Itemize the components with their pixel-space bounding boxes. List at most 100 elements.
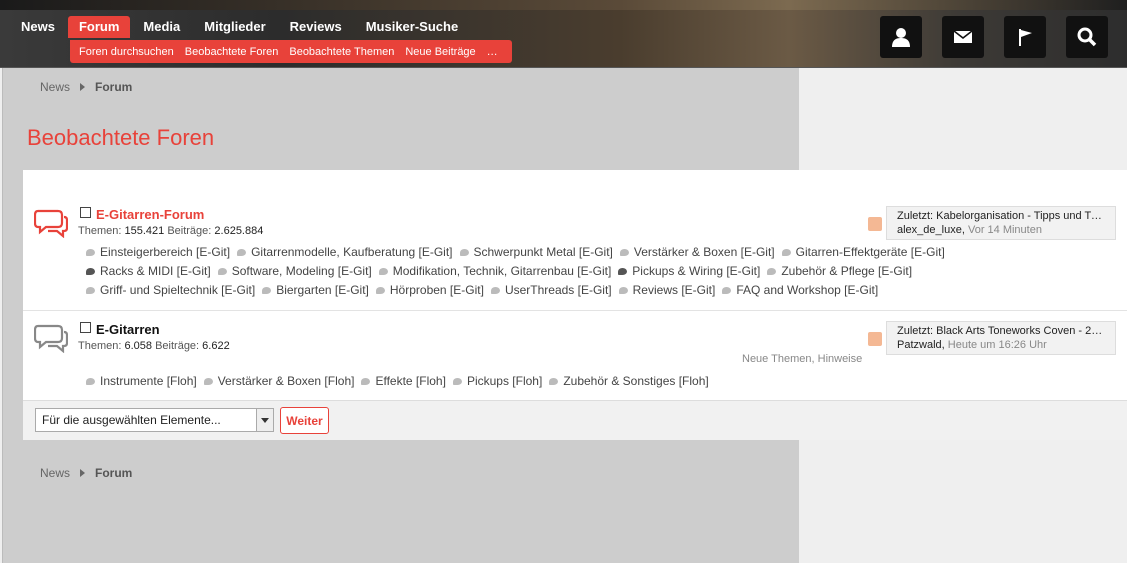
subforum-link[interactable]: Schwerpunkt Metal [E-Git] [459,245,613,259]
search-icon [1077,27,1097,47]
nav-news[interactable]: News [10,16,66,38]
forum-select-checkbox[interactable] [80,207,91,218]
speech-bubble-icon [452,377,462,385]
subforum-link[interactable]: Hörproben [E-Git] [375,283,484,297]
main-nav: News Forum Media Mitglieder Reviews Musi… [10,16,471,38]
header-banner-image [0,0,1127,10]
forum-prefix-meta[interactable]: Neue Themen, Hinweise [742,353,862,365]
nav-mitglieder[interactable]: Mitglieder [193,16,276,38]
last-post-user[interactable]: alex_de_luxe [897,224,962,236]
forum-title[interactable]: E-Gitarren [96,322,160,337]
speech-bubble-icon [203,377,213,385]
subforum-link[interactable]: Effekte [Floh] [361,374,446,388]
forum-unread-bubble-icon [34,209,68,238]
breadcrumb-arrow-icon [80,83,86,91]
subnav-neue-beitraege[interactable]: Neue Beiträge [405,46,475,58]
subnav-more[interactable]: … [487,46,498,58]
subforum-link[interactable]: FAQ and Workshop [E-Git] [722,283,878,297]
speech-bubble-icon [619,248,629,256]
breadcrumb-home[interactable]: News [40,466,70,480]
subforum-link[interactable]: Reviews [E-Git] [618,283,715,297]
subforum-link[interactable]: Gitarren-Effektgeräte [E-Git] [781,245,945,259]
subforum-row: Racks & MIDI [E-Git] Software, Modeling … [86,264,919,278]
nav-forum[interactable]: Forum [67,16,131,38]
last-post-title[interactable]: Zuletzt: Black Arts Toneworks Coven - 20… [897,325,1105,337]
speech-bubble-icon [618,286,628,294]
last-post-title[interactable]: Zuletzt: Kabelorganisation - Tipps und T… [897,210,1105,222]
speech-bubble-icon [86,267,95,275]
header-bar: News Forum Media Mitglieder Reviews Musi… [0,0,1127,68]
subforum-link[interactable]: Biergarten [E-Git] [262,283,369,297]
breadcrumb-current[interactable]: Forum [95,80,132,94]
divider [23,310,1127,311]
speech-bubble-icon [262,286,272,294]
last-post-time: Heute um 16:26 Uhr [947,339,1047,351]
inbox-button[interactable] [942,16,984,58]
subforum-link[interactable]: Pickups [Floh] [452,374,542,388]
subnav-foren-durchsuchen[interactable]: Foren durchsuchen [79,46,174,58]
subforum-link[interactable]: Griff- und Spieltechnik [E-Git] [86,283,255,297]
forum-list-panel: E-Gitarren-Forum Themen: 155.421 Beiträg… [23,170,1127,440]
chevron-down-icon[interactable] [256,409,273,431]
speech-bubble-icon [767,267,777,275]
subforum-link[interactable]: Zubehör & Sonstiges [Floh] [549,374,709,388]
speech-bubble-icon [361,377,371,385]
speech-bubble-icon [86,248,95,256]
last-post-box: Zuletzt: Black Arts Toneworks Coven - 20… [886,321,1116,355]
subforum-link[interactable]: Verstärker & Boxen [E-Git] [619,245,775,259]
subforum-link[interactable]: Modifikation, Technik, Gitarrenbau [E-Gi… [378,264,611,278]
speech-bubble-icon [459,248,469,256]
forum-select-checkbox[interactable] [80,322,91,333]
speech-bubble-icon [378,267,388,275]
breadcrumb-arrow-icon [80,469,86,477]
forum-title[interactable]: E-Gitarren-Forum [96,207,204,222]
subforum-row: Griff- und Spieltechnik [E-Git] Biergart… [86,283,885,297]
subnav-beobachtete-foren[interactable]: Beobachtete Foren [185,46,279,58]
speech-bubble-icon [86,286,95,294]
breadcrumb-home[interactable]: News [40,80,70,94]
subforum-link[interactable]: UserThreads [E-Git] [490,283,612,297]
speech-bubble-icon [237,248,247,256]
page-title: Beobachtete Foren [27,125,215,150]
speech-bubble-icon [618,267,628,275]
speech-bubble-icon [217,267,227,275]
subforum-link[interactable]: Verstärker & Boxen [Floh] [203,374,354,388]
subforum-link[interactable]: Gitarrenmodelle, Kaufberatung [E-Git] [237,245,453,259]
breadcrumb-bottom: News Forum [40,466,132,480]
nav-media[interactable]: Media [132,16,191,38]
user-icon [892,28,910,47]
subforum-link[interactable]: Instrumente [Floh] [86,374,197,388]
subforum-link[interactable]: Racks & MIDI [E-Git] [86,264,211,278]
speech-bubble-icon [549,377,559,385]
rss-icon[interactable] [868,217,882,231]
subforum-link[interactable]: Zubehör & Pflege [E-Git] [767,264,912,278]
subnav-beobachtete-themen[interactable]: Beobachtete Themen [289,46,394,58]
forum-subnav: Foren durchsuchen Beobachtete Foren Beob… [70,40,512,63]
search-button[interactable] [1066,16,1108,58]
subforum-row: Instrumente [Floh] Verstärker & Boxen [F… [86,374,716,388]
subforum-link[interactable]: Einsteigerbereich [E-Git] [86,245,230,259]
forum-stats: Themen: 155.421 Beiträge: 2.625.884 [78,225,264,237]
last-post-box: Zuletzt: Kabelorganisation - Tipps und T… [886,206,1116,240]
last-post-time: Vor 14 Minuten [967,224,1042,236]
subforum-row: Einsteigerbereich [E-Git] Gitarrenmodell… [86,245,952,259]
rss-icon[interactable] [868,332,882,346]
last-post-user[interactable]: Patzwald [897,339,942,351]
subforum-link[interactable]: Software, Modeling [E-Git] [217,264,372,278]
forum-read-bubble-icon [34,324,68,353]
nav-reviews[interactable]: Reviews [279,16,353,38]
bulk-action-select[interactable]: Für die ausgewählten Elemente... [35,408,274,432]
weiter-button[interactable]: Weiter [280,407,329,434]
mail-icon [953,30,973,43]
breadcrumb: News Forum [40,80,132,94]
speech-bubble-icon [86,377,95,385]
alerts-button[interactable] [1004,16,1046,58]
forum-stats: Themen: 6.058 Beiträge: 6.622 [78,340,230,352]
account-button[interactable] [880,16,922,58]
speech-bubble-icon [781,248,791,256]
subforum-link[interactable]: Pickups & Wiring [E-Git] [618,264,760,278]
breadcrumb-current[interactable]: Forum [95,466,132,480]
nav-musiker-suche[interactable]: Musiker-Suche [355,16,469,38]
flag-icon [1019,29,1032,46]
bulk-action-bar: Für die ausgewählten Elemente... Weiter [23,400,1127,440]
